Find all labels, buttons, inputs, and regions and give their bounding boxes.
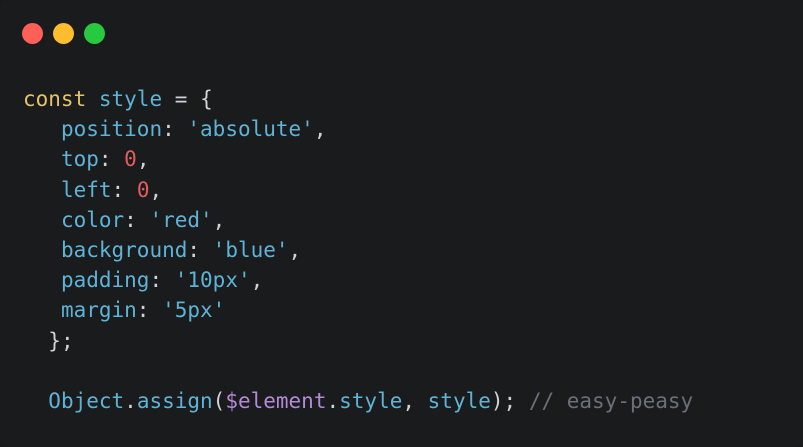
prop-value: '10px' [174,268,251,293]
code-line-call: Object.assign($element.style, style); //… [48,388,694,413]
close-button[interactable] [22,23,43,44]
close-brace: }; [48,328,74,353]
open-brace: { [200,87,213,111]
code-line-prop: background: 'blue', [60,237,302,262]
call-method: assign [136,388,213,413]
variable: style [98,87,163,111]
code-block: const style = { position: 'absolute', to… [23,84,693,416]
prop-key: background [60,237,188,262]
prop-key: padding [60,268,150,293]
prop-value: 'blue' [212,237,289,262]
code-window: const style = { position: 'absolute', to… [0,0,803,447]
code-line-prop: margin: '5px' [60,298,226,323]
call-arg1-var: $element [225,388,327,413]
prop-key: margin [60,298,137,323]
prop-value: 0 [124,147,137,172]
prop-value: 'absolute' [187,117,314,142]
call-object: Object [48,388,125,413]
prop-key: color [60,207,125,232]
code-line-close: }; [23,326,693,356]
prop-key: position [60,117,163,142]
code-comment: // easy-peasy [528,388,694,413]
code-line-prop: top: 0, [60,147,150,172]
code-line-prop: padding: '10px', [60,268,264,293]
call-arg1-prop: style [339,388,403,413]
code-line-prop: color: 'red', [60,207,226,232]
code-line-prop: position: 'absolute', [60,117,327,142]
prop-value: '5px' [162,298,226,323]
code-line-prop: left: 0, [60,177,163,202]
prop-value: 'red' [149,207,213,232]
keyword: const [23,87,87,111]
code-line-declaration: const style = { [23,84,693,114]
operator: = [174,87,188,111]
maximize-button[interactable] [84,23,105,44]
call-arg2: style [427,388,491,413]
prop-key: left [60,177,112,202]
window-controls [22,23,105,44]
prop-key: top [60,147,99,172]
minimize-button[interactable] [53,23,74,44]
prop-value: 0 [136,177,150,202]
